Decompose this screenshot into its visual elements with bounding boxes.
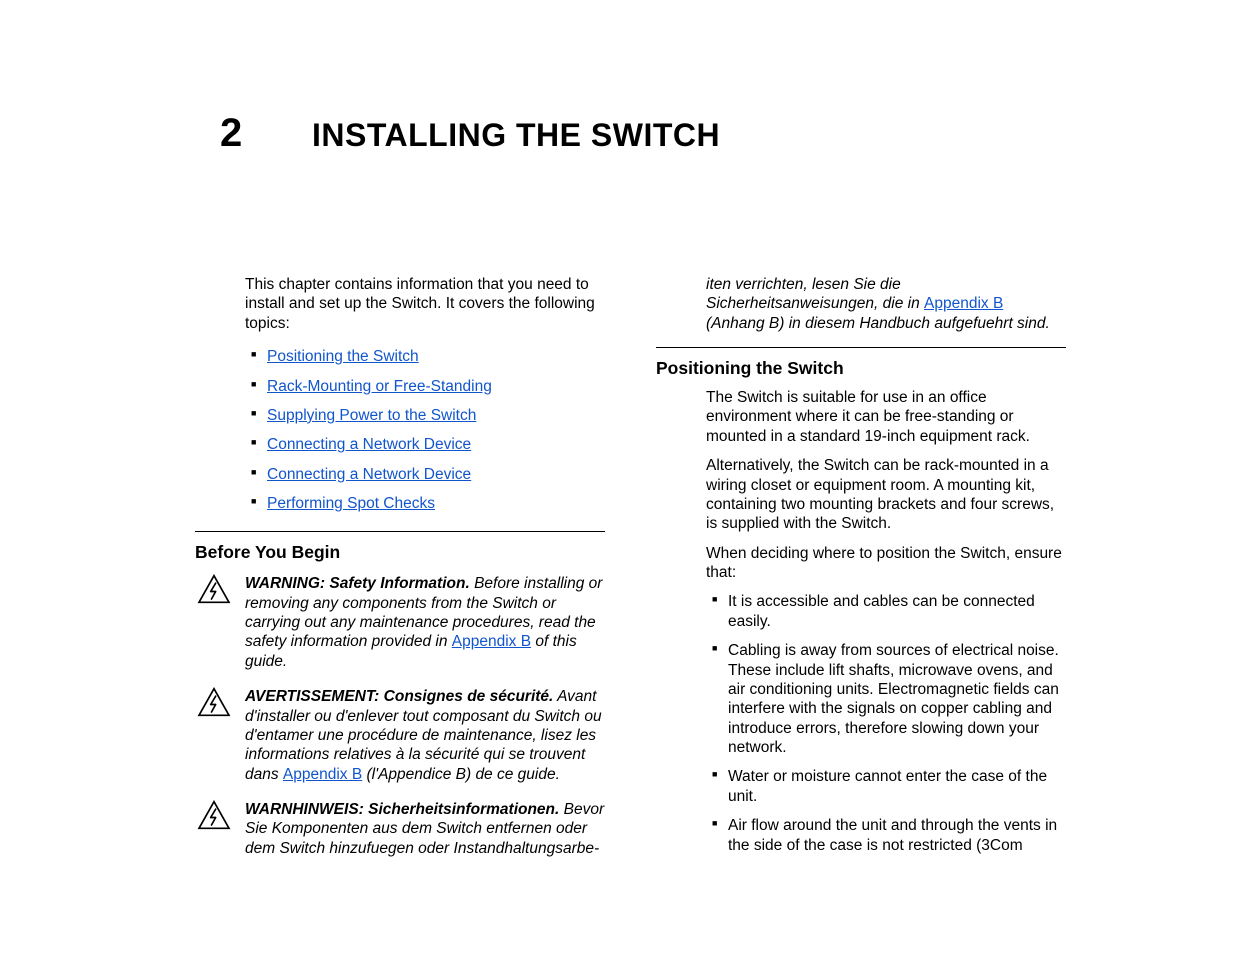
- toc-item: Positioning the Switch: [251, 347, 605, 366]
- toc-link-connecting-device-2[interactable]: Connecting a Network Device: [267, 466, 471, 483]
- toc-link-spot-checks[interactable]: Performing Spot Checks: [267, 495, 435, 512]
- warning-body-after: (l'Appendice B) de ce guide.: [362, 766, 560, 783]
- right-column: iten verrichten, lesen Sie die Sicherhei…: [656, 275, 1066, 865]
- positioning-p1: The Switch is suitable for use in an off…: [706, 388, 1066, 446]
- appendix-link[interactable]: Appendix B: [452, 633, 531, 650]
- electrical-warning-icon: [197, 800, 231, 830]
- toc-list: Positioning the Switch Rack-Mounting or …: [251, 347, 605, 513]
- electrical-warning-icon: [197, 687, 231, 717]
- warning-block-fr: AVERTISSEMENT: Consignes de sécurité. Av…: [195, 687, 605, 784]
- toc-item: Supplying Power to the Switch: [251, 406, 605, 425]
- intro-paragraph: This chapter contains information that y…: [245, 275, 605, 333]
- list-item: Water or moisture cannot enter the case …: [712, 767, 1066, 806]
- list-item: Air flow around the unit and through the…: [712, 816, 1066, 855]
- cont-before: iten verrichten, lesen Sie die Sicherhei…: [706, 276, 924, 312]
- appendix-link[interactable]: Appendix B: [924, 295, 1003, 312]
- toc-link-positioning[interactable]: Positioning the Switch: [267, 348, 419, 365]
- warning-lead: AVERTISSEMENT: Consignes de sécurité.: [245, 688, 553, 705]
- list-item: It is accessible and cables can be conne…: [712, 592, 1066, 631]
- left-column: This chapter contains information that y…: [195, 275, 605, 874]
- electrical-warning-icon: [197, 574, 231, 604]
- warning-block-en: WARNING: Safety Information. Before inst…: [195, 574, 605, 671]
- cont-after: (Anhang B) in diesem Handbuch aufgefuehr…: [706, 315, 1050, 332]
- toc-item: Connecting a Network Device: [251, 465, 605, 484]
- chapter-title: INSTALLING THE SWITCH: [312, 115, 720, 155]
- section-rule: [656, 347, 1066, 348]
- warning-lead: WARNING: Safety Information.: [245, 575, 470, 592]
- before-you-begin-heading: Before You Begin: [195, 542, 605, 564]
- toc-link-supplying-power[interactable]: Supplying Power to the Switch: [267, 407, 476, 424]
- positioning-bullets: It is accessible and cables can be conne…: [712, 592, 1066, 855]
- document-page: 2 INSTALLING THE SWITCH This chapter con…: [0, 0, 1235, 954]
- list-item: Cabling is away from sources of electric…: [712, 641, 1066, 757]
- positioning-heading: Positioning the Switch: [656, 358, 1066, 380]
- toc-item: Connecting a Network Device: [251, 435, 605, 454]
- warning-continuation: iten verrichten, lesen Sie die Sicherhei…: [706, 275, 1066, 333]
- section-rule: [195, 531, 605, 532]
- toc-link-rack-mounting[interactable]: Rack-Mounting or Free-Standing: [267, 378, 492, 395]
- toc-link-connecting-device-1[interactable]: Connecting a Network Device: [267, 436, 471, 453]
- positioning-p3: When deciding where to position the Swit…: [706, 544, 1066, 583]
- positioning-p2: Alternatively, the Switch can be rack-mo…: [706, 456, 1066, 534]
- chapter-number: 2: [220, 108, 242, 158]
- toc-item: Performing Spot Checks: [251, 494, 605, 513]
- toc-item: Rack-Mounting or Free-Standing: [251, 377, 605, 396]
- appendix-link[interactable]: Appendix B: [283, 766, 362, 783]
- warning-block-de: WARNHINWEIS: Sicherheitsinformationen. B…: [195, 800, 605, 858]
- warning-lead: WARNHINWEIS: Sicherheitsinformationen.: [245, 801, 559, 818]
